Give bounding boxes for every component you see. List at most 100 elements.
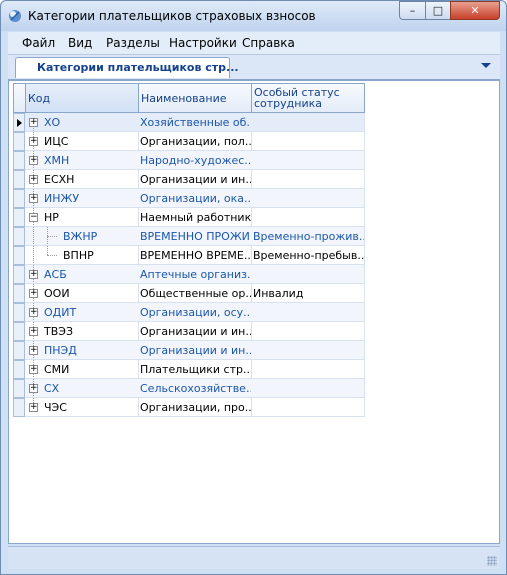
expand-icon[interactable]: + bbox=[29, 403, 38, 412]
cell-status[interactable] bbox=[251, 303, 365, 322]
cell-code[interactable]: + ТВЭЗ bbox=[25, 322, 139, 341]
cell-status[interactable] bbox=[251, 360, 365, 379]
row-selector[interactable] bbox=[13, 398, 25, 417]
row-selector[interactable] bbox=[13, 113, 25, 132]
table-row[interactable]: − НР Наемный работник bbox=[13, 208, 365, 227]
table-row[interactable]: + ООИ Общественные ор... Инвалид bbox=[13, 284, 365, 303]
cell-name[interactable]: Организации, осу... bbox=[138, 303, 252, 322]
row-selector[interactable] bbox=[13, 246, 25, 265]
cell-name[interactable]: Народно-художес... bbox=[138, 151, 252, 170]
cell-name[interactable]: ВРЕМЕННО ПРОЖИ... bbox=[138, 227, 252, 246]
menu-help[interactable]: Справка bbox=[242, 36, 295, 50]
row-selector[interactable] bbox=[13, 208, 25, 227]
table-row[interactable]: ВПНР ВРЕМЕННО ВРЕМЕ... Временно-пребыв... bbox=[13, 246, 365, 265]
row-selector[interactable] bbox=[13, 303, 25, 322]
row-selector[interactable] bbox=[13, 227, 25, 246]
row-selector[interactable] bbox=[13, 341, 25, 360]
expand-icon[interactable]: + bbox=[29, 156, 38, 165]
row-selector[interactable] bbox=[13, 151, 25, 170]
table-row[interactable]: ВЖНР ВРЕМЕННО ПРОЖИ... Временно-прожив... bbox=[13, 227, 365, 246]
table-row[interactable]: + ПНЭД Организации и ин... bbox=[13, 341, 365, 360]
expand-icon[interactable]: + bbox=[29, 327, 38, 336]
cell-name[interactable]: Хозяйственные об... bbox=[138, 113, 252, 132]
cell-name[interactable]: Плательщики стр... bbox=[138, 360, 252, 379]
expand-icon[interactable]: + bbox=[29, 384, 38, 393]
cell-name[interactable]: Организации и ин... bbox=[138, 322, 252, 341]
expand-icon[interactable]: + bbox=[29, 175, 38, 184]
expand-icon[interactable]: + bbox=[29, 346, 38, 355]
cell-name[interactable]: Организации и ин... bbox=[138, 341, 252, 360]
cell-code[interactable]: + СХ bbox=[25, 379, 139, 398]
close-button[interactable]: ✕ bbox=[450, 1, 500, 20]
table-row[interactable]: + СМИ Плательщики стр... bbox=[13, 360, 365, 379]
expand-icon[interactable]: + bbox=[29, 137, 38, 146]
cell-code[interactable]: + ХМН bbox=[25, 151, 139, 170]
collapse-icon[interactable]: − bbox=[29, 213, 38, 222]
cell-code[interactable]: ВЖНР bbox=[25, 227, 139, 246]
cell-name[interactable]: ВРЕМЕННО ВРЕМЕ... bbox=[138, 246, 252, 265]
cell-status[interactable] bbox=[251, 341, 365, 360]
table-row[interactable]: + ОДИТ Организации, осу... bbox=[13, 303, 365, 322]
tab-list-dropdown-icon[interactable] bbox=[481, 63, 491, 68]
cell-status[interactable] bbox=[251, 398, 365, 417]
cell-name[interactable]: Организации, пол... bbox=[138, 132, 252, 151]
cell-status[interactable] bbox=[251, 379, 365, 398]
cell-name[interactable]: Аптечные организ... bbox=[138, 265, 252, 284]
row-selector[interactable] bbox=[13, 360, 25, 379]
cell-status[interactable] bbox=[251, 132, 365, 151]
table-row[interactable]: + ХО Хозяйственные об... bbox=[13, 113, 365, 132]
minimize-button[interactable]: – bbox=[399, 1, 426, 20]
cell-name[interactable]: Общественные ор... bbox=[138, 284, 252, 303]
row-selector[interactable] bbox=[13, 265, 25, 284]
table-row[interactable]: + ИЦС Организации, пол... bbox=[13, 132, 365, 151]
title-bar[interactable]: Категории плательщиков страховых взносов… bbox=[1, 1, 506, 31]
cell-status[interactable]: Временно-прожив... bbox=[251, 227, 365, 246]
cell-code[interactable]: + ООИ bbox=[25, 284, 139, 303]
cell-code[interactable]: + СМИ bbox=[25, 360, 139, 379]
row-selector[interactable] bbox=[13, 189, 25, 208]
table-row[interactable]: + ЕСХН Организации и ин... bbox=[13, 170, 365, 189]
menu-file[interactable]: Файл bbox=[22, 36, 55, 50]
cell-code[interactable]: + ХО bbox=[25, 113, 139, 132]
menu-sections[interactable]: Разделы bbox=[106, 36, 160, 50]
cell-name[interactable]: Организации и ин... bbox=[138, 170, 252, 189]
expand-icon[interactable]: + bbox=[29, 194, 38, 203]
cell-name[interactable]: Организации, ока... bbox=[138, 189, 252, 208]
tab-payer-categories[interactable]: Категории плательщиков стр... bbox=[15, 57, 239, 78]
column-header-name[interactable]: Наименование bbox=[138, 83, 252, 113]
table-row[interactable]: + АСБ Аптечные организ... bbox=[13, 265, 365, 284]
cell-code[interactable]: − НР bbox=[25, 208, 139, 227]
expand-icon[interactable]: + bbox=[29, 289, 38, 298]
column-header-code[interactable]: Код bbox=[25, 83, 139, 113]
cell-name[interactable]: Наемный работник bbox=[138, 208, 252, 227]
column-header-status[interactable]: Особый статус сотрудника bbox=[251, 83, 365, 113]
cell-code[interactable]: + АСБ bbox=[25, 265, 139, 284]
cell-code[interactable]: + ПНЭД bbox=[25, 341, 139, 360]
cell-name[interactable]: Сельскохозяйстве... bbox=[138, 379, 252, 398]
cell-status[interactable] bbox=[251, 189, 365, 208]
cell-code[interactable]: + ЕСХН bbox=[25, 170, 139, 189]
table-row[interactable]: + ИНЖУ Организации, ока... bbox=[13, 189, 365, 208]
maximize-button[interactable]: □ bbox=[425, 1, 451, 20]
expand-icon[interactable]: + bbox=[29, 270, 38, 279]
cell-status[interactable] bbox=[251, 322, 365, 341]
cell-code[interactable]: + ИЦС bbox=[25, 132, 139, 151]
row-selector[interactable] bbox=[13, 284, 25, 303]
cell-status[interactable] bbox=[251, 113, 365, 132]
cell-status[interactable] bbox=[251, 208, 365, 227]
cell-status[interactable] bbox=[251, 265, 365, 284]
menu-view[interactable]: Вид bbox=[68, 36, 92, 50]
row-selector[interactable] bbox=[13, 322, 25, 341]
resize-grip-icon[interactable] bbox=[487, 556, 497, 566]
table-row[interactable]: + СХ Сельскохозяйстве... bbox=[13, 379, 365, 398]
menu-settings[interactable]: Настройки bbox=[169, 36, 237, 50]
cell-status[interactable]: Инвалид bbox=[251, 284, 365, 303]
table-row[interactable]: + ЧЭС Организации, про... bbox=[13, 398, 365, 417]
row-selector[interactable] bbox=[13, 132, 25, 151]
cell-status[interactable] bbox=[251, 170, 365, 189]
cell-name[interactable]: Организации, про... bbox=[138, 398, 252, 417]
cell-code[interactable]: ВПНР bbox=[25, 246, 139, 265]
cell-status[interactable]: Временно-пребыв... bbox=[251, 246, 365, 265]
table-row[interactable]: + ТВЭЗ Организации и ин... bbox=[13, 322, 365, 341]
cell-status[interactable] bbox=[251, 151, 365, 170]
